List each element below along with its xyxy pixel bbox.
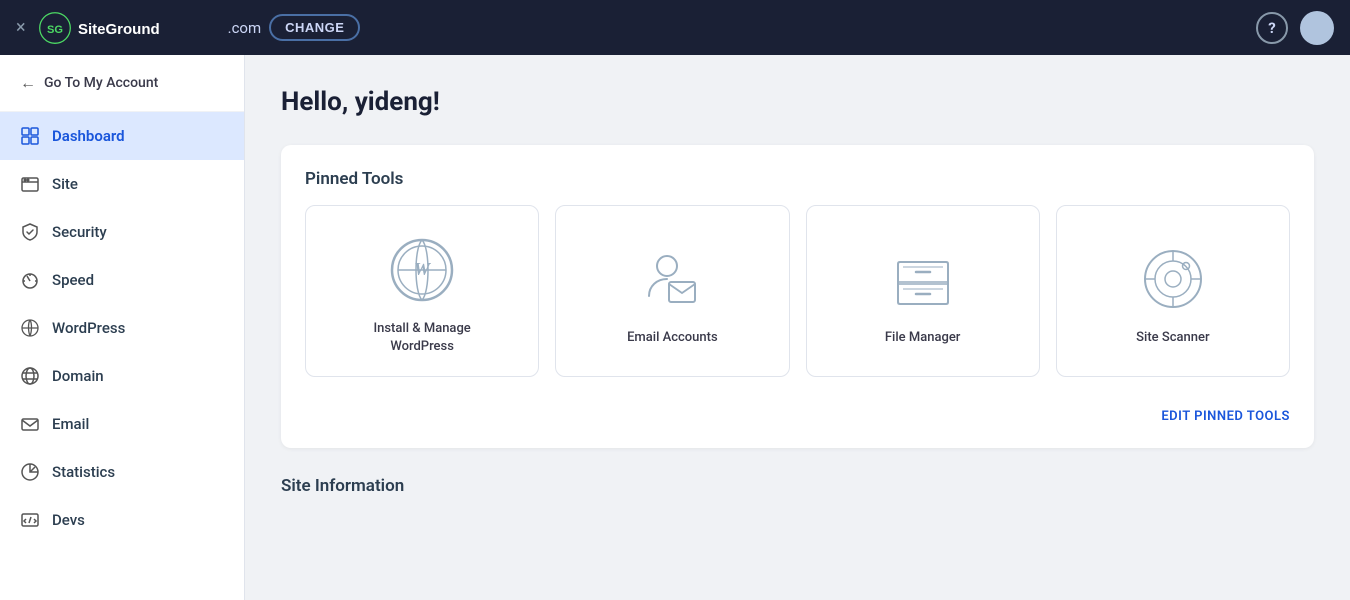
sidebar-item-label: Email [52, 415, 89, 433]
domain-icon [20, 366, 40, 386]
change-button[interactable]: CHANGE [269, 14, 360, 41]
svg-text:W: W [414, 259, 432, 279]
back-arrow-icon: ← [20, 73, 36, 93]
email-tool-label: Email Accounts [627, 329, 718, 347]
dashboard-icon [20, 126, 40, 146]
sidebar-item-label: Security [52, 223, 107, 241]
sidebar-item-speed[interactable]: Speed [0, 256, 244, 304]
siteground-logo: SG [38, 11, 72, 45]
tool-item-wordpress[interactable]: W Install & ManageWordPress [305, 205, 539, 377]
sidebar-item-site[interactable]: Site [0, 160, 244, 208]
speed-icon [20, 270, 40, 290]
wordpress-tool-icon: W [386, 234, 458, 306]
pinned-tools-card: Pinned Tools W Install & Ma [281, 145, 1314, 448]
sidebar-item-statistics[interactable]: Statistics [0, 448, 244, 496]
security-icon [20, 222, 40, 242]
sidebar-item-domain[interactable]: Domain [0, 352, 244, 400]
email-tool-icon [636, 243, 708, 315]
sidebar-item-security[interactable]: Security [0, 208, 244, 256]
go-to-account-label: Go To My Account [44, 75, 158, 91]
email-icon [20, 414, 40, 434]
filemanager-tool-icon [887, 243, 959, 315]
site-icon [20, 174, 40, 194]
main-content: Hello, yideng! Pinned Tools W [245, 55, 1350, 600]
sidebar-item-devs[interactable]: Devs [0, 496, 244, 544]
site-info-title: Site Information [281, 476, 1314, 496]
avatar[interactable] [1300, 11, 1334, 45]
go-to-account-link[interactable]: ← Go To My Account [0, 55, 244, 112]
pinned-tools-title: Pinned Tools [305, 169, 1290, 189]
sidebar-item-dashboard[interactable]: Dashboard [0, 112, 244, 160]
filemanager-tool-label: File Manager [885, 329, 961, 347]
sitescanner-tool-icon [1137, 243, 1209, 315]
edit-pinned-tools-area: EDIT PINNED TOOLS [305, 397, 1290, 424]
help-button[interactable]: ? [1256, 12, 1288, 44]
main-layout: ← Go To My Account Dashboard [0, 55, 1350, 600]
tools-grid: W Install & ManageWordPress [305, 205, 1290, 377]
close-icon[interactable]: × [16, 17, 26, 38]
sidebar-item-label: Site [52, 175, 78, 193]
sidebar-item-wordpress[interactable]: WordPress [0, 304, 244, 352]
wordpress-tool-label: Install & ManageWordPress [373, 320, 470, 356]
sidebar-item-label: Devs [52, 511, 85, 529]
statistics-icon [20, 462, 40, 482]
sidebar-item-label: Speed [52, 271, 94, 289]
tool-item-sitescanner[interactable]: Site Scanner [1056, 205, 1290, 377]
sidebar-item-label: WordPress [52, 319, 125, 337]
sidebar: ← Go To My Account Dashboard [0, 55, 245, 600]
wordpress-icon [20, 318, 40, 338]
logo-area: SG SiteGround [38, 11, 208, 45]
domain-info: .com CHANGE [228, 14, 361, 41]
svg-text:SG: SG [47, 24, 63, 36]
devs-icon [20, 510, 40, 530]
greeting-heading: Hello, yideng! [281, 87, 1314, 117]
sidebar-item-label: Statistics [52, 463, 115, 481]
sidebar-item-label: Domain [52, 367, 104, 385]
sidebar-item-email[interactable]: Email [0, 400, 244, 448]
sidebar-nav: Dashboard Site [0, 112, 244, 600]
edit-pinned-tools-link[interactable]: EDIT PINNED TOOLS [1161, 409, 1290, 424]
top-nav-right: ? [1256, 11, 1334, 45]
domain-text: .com [228, 19, 262, 37]
sidebar-item-label: Dashboard [52, 127, 125, 145]
siteground-text-logo: SiteGround [78, 17, 208, 39]
tool-item-email[interactable]: Email Accounts [555, 205, 789, 377]
tool-item-filemanager[interactable]: File Manager [806, 205, 1040, 377]
top-nav: × SG SiteGround .com CHANGE ? [0, 0, 1350, 55]
svg-text:SiteGround: SiteGround [78, 21, 160, 38]
sitescanner-tool-label: Site Scanner [1136, 329, 1209, 347]
